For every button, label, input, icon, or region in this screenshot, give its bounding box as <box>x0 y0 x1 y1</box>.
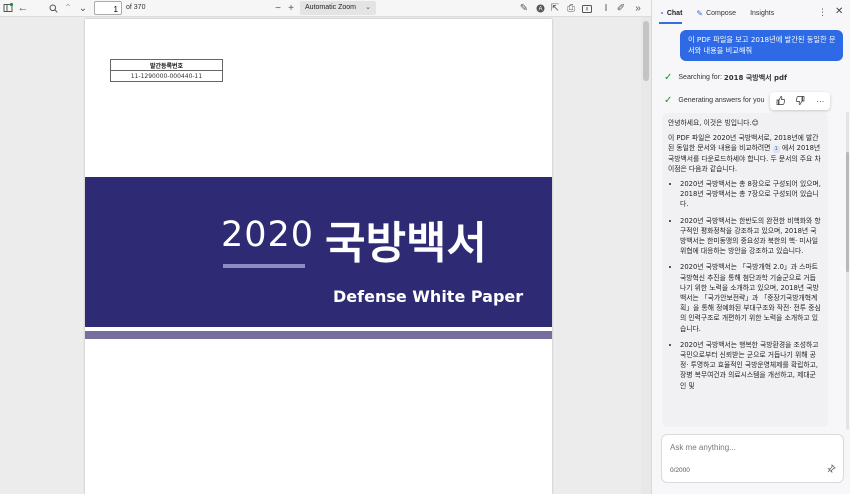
viewer-scrollbar[interactable] <box>641 17 651 494</box>
list-item: 2020년 국방백서는 행복한 국방환경을 조성하고 국민으로부터 신뢰받는 군… <box>680 340 822 391</box>
tab-chat[interactable]: ◔ Chat <box>659 8 683 24</box>
cover-title-english: Defense White Paper <box>333 287 524 306</box>
save-icon[interactable] <box>582 0 592 17</box>
tab-insights[interactable]: Insights <box>750 10 774 17</box>
tab-compose-label: Compose <box>706 9 737 17</box>
user-message: 이 PDF 파일을 보고 2018년에 발간된 동일한 문서와 내용을 비교해줘 <box>680 30 843 61</box>
edit-pen-icon[interactable]: ✎ <box>519 0 529 17</box>
citation-link[interactable]: 1 <box>772 146 780 154</box>
tab-chat-label: Chat <box>666 9 683 17</box>
cover-banner: 2020 국방백서 Defense White Paper <box>85 177 552 327</box>
cover-title-korean: 국방백서 <box>325 218 487 269</box>
print-icon[interactable]: ⎙ <box>566 0 576 17</box>
tab-insights-label: Insights <box>750 9 775 17</box>
bot-answer: 안녕하세요, 이것은 빙입니다.😊 이 PDF 파일은 2020년 국방백서로,… <box>662 113 828 427</box>
sidebar-toggle-icon[interactable] <box>2 0 14 17</box>
checkmark-icon: ✓ <box>664 95 673 106</box>
chevron-down-icon: ⌄ <box>365 4 371 11</box>
year-underline <box>223 264 305 268</box>
chat-tabs: ◔ Chat ✎ Compose Insights ⋮ ✕ <box>652 0 850 26</box>
generating-step-label: Generating answers for you <box>678 97 765 104</box>
cover-year: 2020 <box>221 215 315 255</box>
greeting: 안녕하세요, 이것은 빙입니다.😊 <box>668 119 759 127</box>
answer-list: 2020년 국방백서는 총 8장으로 구성되어 있으며, 2018년 국방백서는… <box>680 179 822 391</box>
char-counter: 0/2000 <box>670 467 690 474</box>
thumbs-up-icon[interactable] <box>776 95 785 107</box>
more-icon[interactable]: ··· <box>816 97 824 106</box>
search-step: ✓ Searching for: 2018 국방백서 pdf <box>664 72 787 83</box>
list-item: 2020년 국방백서는 총 8장으로 구성되어 있으며, 2018년 국방백서는… <box>680 179 822 210</box>
pdf-toolbar: ← ⌃ ⌄ of 370 − + Automatic Zoom ⌄ ✎ A ⇱ … <box>0 0 651 17</box>
next-page-icon[interactable]: ⌄ <box>78 0 88 17</box>
viewer-scrollbar-thumb[interactable] <box>643 21 649 81</box>
open-external-icon[interactable]: ⇱ <box>550 0 560 17</box>
chat-bubble-icon: ◔ <box>659 8 664 18</box>
registration-table: 발간등록번호 11-1290000-000440-11 <box>110 59 223 82</box>
answer-scrollbar-thumb[interactable] <box>846 152 849 272</box>
text-cursor-icon[interactable]: I <box>601 0 611 17</box>
svg-text:A: A <box>538 6 542 12</box>
registration-number: 11-1290000-000440-11 <box>110 70 223 82</box>
previous-page-icon[interactable]: ⌃ <box>63 0 73 17</box>
pdf-page: 발간등록번호 11-1290000-000440-11 2020 국방백서 De… <box>85 19 552 494</box>
page-count-label: of 370 <box>126 4 146 11</box>
compose-icon: ✎ <box>696 8 704 18</box>
zoom-value: Automatic Zoom <box>305 4 356 11</box>
more-options-icon[interactable]: ⋮ <box>818 7 827 18</box>
chat-input[interactable] <box>670 443 830 452</box>
page-number-input[interactable] <box>94 1 122 15</box>
text-to-speech-icon[interactable]: A <box>535 0 545 17</box>
thumbs-down-icon[interactable] <box>795 95 805 107</box>
list-item: 2020년 국방백서는 「국방개혁 2.0」과 스마트 국방혁신 추진을 통해 … <box>680 262 822 333</box>
list-item: 2020년 국방백서는 한반도의 완전한 비핵화와 항구적인 평화정착을 강조하… <box>680 216 822 257</box>
cover-stripe <box>85 331 552 339</box>
generating-step: ✓ Generating answers for you <box>664 95 764 106</box>
draw-icon[interactable]: ✐ <box>616 0 626 17</box>
more-tools-icon[interactable]: » <box>633 0 643 17</box>
registration-header: 발간등록번호 <box>110 59 223 71</box>
checkmark-icon: ✓ <box>664 72 673 83</box>
chat-panel: ◔ Chat ✎ Compose Insights ⋮ ✕ 이 PDF 파일을 … <box>651 0 850 494</box>
zoom-out-icon[interactable]: − <box>273 0 283 17</box>
tab-compose[interactable]: ✎ Compose <box>696 9 736 18</box>
back-arrow-icon[interactable]: ← <box>17 0 29 17</box>
search-step-label: Searching for: <box>678 74 724 81</box>
pin-icon[interactable] <box>827 464 836 475</box>
feedback-bar: ··· <box>770 92 830 110</box>
search-icon[interactable] <box>48 0 58 17</box>
search-query: 2018 국방백서 pdf <box>723 73 788 82</box>
answer-intro: 이 PDF 파일은 2020년 국방백서로, 2018년에 발간된 동일한 문서… <box>668 133 822 174</box>
answer-scrollbar[interactable] <box>846 112 849 430</box>
pdf-viewer[interactable]: 발간등록번호 11-1290000-000440-11 2020 국방백서 De… <box>0 17 651 494</box>
zoom-select[interactable]: Automatic Zoom ⌄ <box>300 1 376 15</box>
zoom-in-icon[interactable]: + <box>286 0 296 17</box>
chat-input-box: 0/2000 <box>661 434 844 483</box>
close-icon[interactable]: ✕ <box>835 6 843 17</box>
